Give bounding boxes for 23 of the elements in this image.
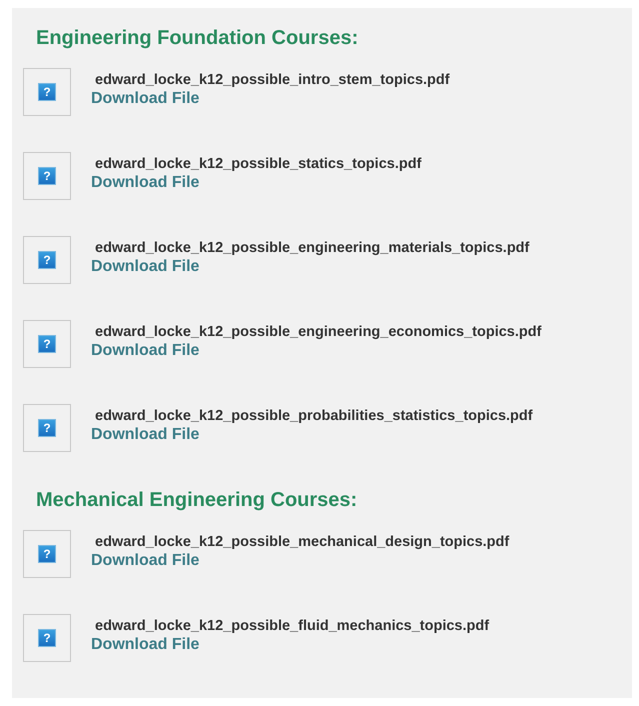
file-name: edward_locke_k12_possible_statics_topics.pdf [95,156,422,173]
question-icon: ? [38,545,56,563]
file-name: edward_locke_k12_possible_probabilities_statistics_topics.pdf [95,408,533,425]
question-icon: ? [38,629,56,647]
download-link[interactable]: Download File [91,551,200,570]
download-link[interactable]: Download File [91,635,200,654]
question-icon: ? [38,83,56,101]
file-name: edward_locke_k12_possible_mechanical_design_topics.pdf [95,534,510,551]
section-heading: Engineering Foundation Courses: [36,26,360,50]
file-name: edward_locke_k12_possible_engineering_economics_topics.pdf [95,324,542,341]
file-name: edward_locke_k12_possible_fluid_mechanics_topics.pdf [95,618,490,635]
section-heading: Mechanical Engineering Courses: [36,488,358,512]
question-icon: ? [38,419,56,437]
file-name: edward_locke_k12_possible_engineering_materials_topics.pdf [95,240,530,257]
question-icon: ? [38,335,56,353]
download-link[interactable]: Download File [91,425,200,444]
download-link[interactable]: Download File [91,89,200,108]
question-icon: ? [38,251,56,269]
download-link[interactable]: Download File [91,341,200,360]
question-icon: ? [38,167,56,185]
file-name: edward_locke_k12_possible_intro_stem_topics.pdf [95,72,450,89]
download-link[interactable]: Download File [91,173,200,192]
download-link[interactable]: Download File [91,257,200,276]
